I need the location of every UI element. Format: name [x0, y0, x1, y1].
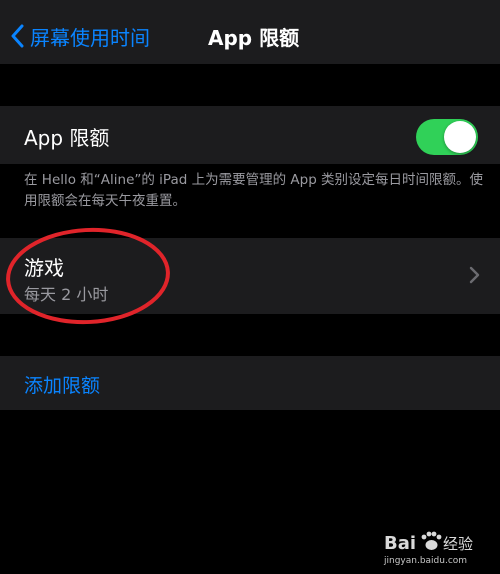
add-limit-row[interactable]: 添加限额	[0, 356, 500, 410]
app-limits-label: App 限额	[24, 126, 110, 150]
app-limits-description: 在 Hello 和“Aline”的 iPad 上为需要管理的 App 类别设定每…	[24, 172, 484, 209]
chevron-left-icon	[10, 24, 24, 48]
toggle-knob	[444, 121, 476, 153]
limit-item-subtitle: 每天 2 小时	[24, 285, 109, 304]
svg-text:Bai: Bai	[384, 533, 416, 554]
app-limits-toggle[interactable]	[416, 119, 478, 155]
navigation-bar: 屏幕使用时间 App 限额	[0, 0, 500, 64]
watermark-url: jingyan.baidu.com	[384, 556, 468, 566]
limit-item-title: 游戏	[24, 256, 64, 280]
baidu-logo-icon: Bai 经验	[384, 531, 473, 554]
chevron-right-icon	[469, 266, 480, 284]
app-limits-row: App 限额	[0, 106, 500, 164]
back-button[interactable]: 屏幕使用时间	[10, 18, 150, 54]
limit-item-games[interactable]: 游戏 每天 2 小时	[0, 238, 500, 314]
page-title: App 限额	[208, 26, 300, 50]
svg-text:经验: 经验	[443, 535, 473, 553]
back-button-label: 屏幕使用时间	[30, 25, 150, 50]
baidu-jingyan-watermark: Bai 经验 jingyan.baidu.com	[384, 529, 476, 566]
add-limit-button[interactable]: 添加限额	[24, 371, 100, 398]
